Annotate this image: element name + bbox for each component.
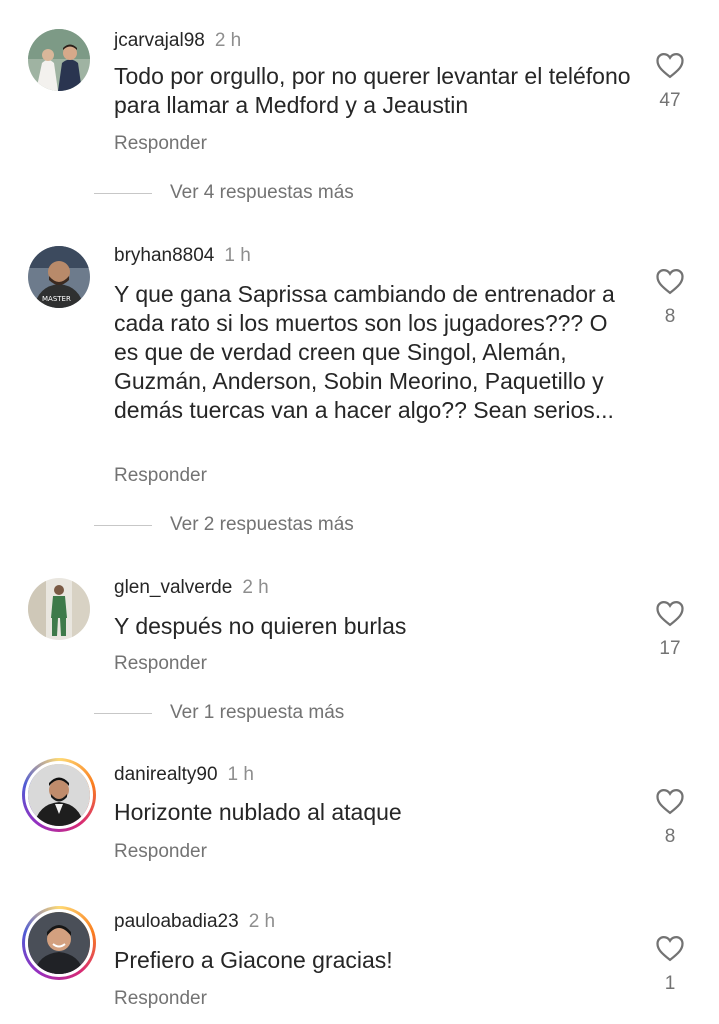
avatar[interactable]: [22, 758, 96, 832]
avatar[interactable]: [22, 906, 96, 980]
avatar-image: [25, 909, 93, 977]
heart-outline-icon: [655, 934, 685, 962]
view-more-replies-button[interactable]: Ver 4 respuestas más: [94, 180, 354, 206]
username[interactable]: glen_valverde: [114, 577, 232, 598]
like-count: 1: [664, 973, 676, 994]
comment-time: 1 h: [224, 245, 251, 266]
comment-meta: danirealty90 1 h: [114, 763, 254, 787]
view-more-replies-label: Ver 2 respuestas más: [170, 514, 354, 535]
like-count: 8: [664, 306, 676, 327]
avatar[interactable]: MASTER: [28, 246, 90, 308]
comment-meta: jcarvajal98 2 h: [114, 29, 241, 53]
like-button[interactable]: [655, 787, 685, 815]
heart-outline-icon: [655, 599, 685, 627]
username[interactable]: jcarvajal98: [114, 30, 205, 51]
view-more-replies-label: Ver 1 respuesta más: [170, 702, 345, 723]
heart-outline-icon: [655, 787, 685, 815]
comment-time: 2 h: [248, 911, 276, 932]
reply-button[interactable]: Responder: [114, 987, 207, 1011]
comment-text: Todo por orgullo, por no querer levantar…: [114, 63, 631, 118]
like-button[interactable]: [655, 267, 685, 295]
comment-meta: glen_valverde 2 h: [114, 576, 269, 600]
like-count: 8: [664, 826, 676, 847]
comment-time: 2 h: [242, 577, 269, 598]
like-count: 17: [659, 638, 681, 659]
avatar[interactable]: [28, 578, 90, 640]
reply-button[interactable]: Responder: [114, 652, 207, 676]
avatar-image: [25, 761, 93, 829]
comment-time: 1 h: [227, 764, 254, 785]
reply-button[interactable]: Responder: [114, 464, 207, 488]
comment-text: Horizonte nublado al ataque: [114, 799, 402, 825]
view-more-replies-button[interactable]: Ver 1 respuesta más: [94, 700, 344, 726]
heart-outline-icon: [655, 51, 685, 79]
username[interactable]: bryhan8804: [114, 245, 214, 266]
svg-text:MASTER: MASTER: [42, 295, 71, 303]
comment-text: Y que gana Saprissa cambiando de entrena…: [114, 281, 615, 423]
username[interactable]: danirealty90: [114, 764, 218, 785]
comment-meta: bryhan8804 1 h: [114, 244, 251, 268]
divider-line: [94, 192, 152, 194]
comment-time: 2 h: [214, 30, 242, 51]
like-button[interactable]: [655, 934, 685, 962]
avatar[interactable]: [28, 29, 90, 91]
comment-text: Y después no quieren burlas: [114, 613, 407, 639]
view-more-replies-button[interactable]: Ver 2 respuestas más: [94, 512, 354, 538]
reply-button[interactable]: Responder: [114, 840, 207, 864]
reply-button[interactable]: Responder: [114, 132, 207, 156]
comment-meta: pauloabadia23 2 h: [114, 910, 275, 934]
divider-line: [94, 712, 152, 714]
comment-text: Prefiero a Giacone gracias!: [114, 947, 393, 973]
like-button[interactable]: [655, 599, 685, 627]
divider-line: [94, 524, 152, 526]
username[interactable]: pauloabadia23: [114, 911, 239, 932]
view-more-replies-label: Ver 4 respuestas más: [170, 182, 354, 203]
like-button[interactable]: [655, 51, 685, 79]
heart-outline-icon: [655, 267, 685, 295]
like-count: 47: [659, 90, 681, 111]
